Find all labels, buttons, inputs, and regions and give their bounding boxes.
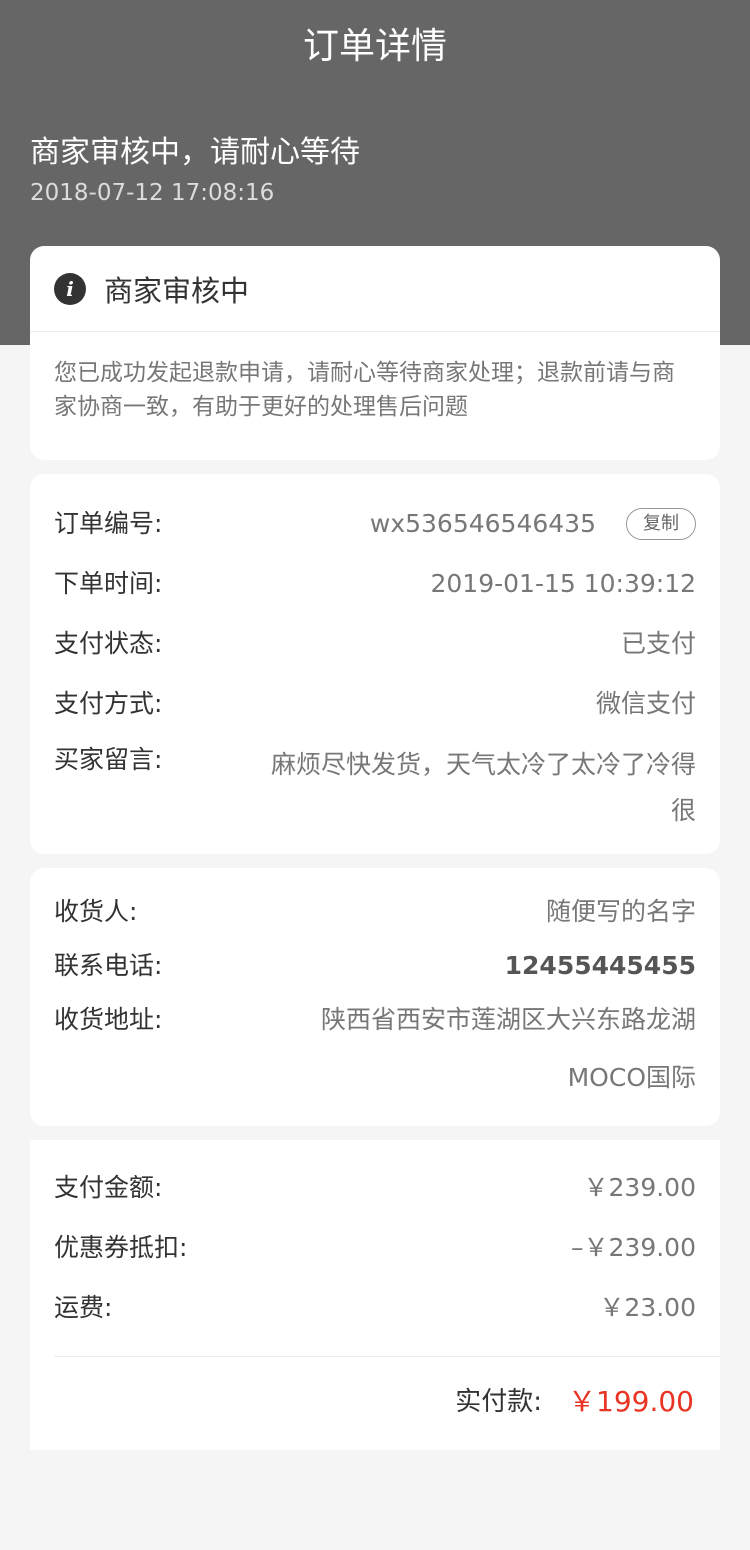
receiver-value: 随便写的名字 [545, 897, 696, 926]
address-label: 收货地址: [54, 1005, 163, 1034]
pay-method-row: 支付方式: 微信支付 [54, 686, 696, 722]
order-time-label: 下单时间: [54, 569, 163, 598]
receiver-row: 收货人: 随便写的名字 [54, 894, 696, 930]
freight-row: 运费: ￥23.00 [54, 1290, 696, 1326]
order-status-time: 2018-07-12 17:08:16 [30, 180, 275, 206]
coupon-row: 优惠券抵扣: –￥239.00 [54, 1230, 696, 1266]
phone-row: 联系电话: 12455445455 [54, 948, 696, 984]
pay-amount-value: ￥239.00 [583, 1173, 696, 1202]
pay-status-label: 支付状态: [54, 629, 163, 658]
buyer-message-label: 买家留言: [54, 745, 163, 774]
pay-amount-row: 支付金额: ￥239.00 [54, 1170, 696, 1206]
order-time-value: 2019-01-15 10:39:12 [430, 569, 696, 598]
address-row: 收货地址: 陕西省西安市莲湖区大兴东路龙湖MOCO国际 [54, 1002, 696, 1107]
notice-header: i 商家审核中 [30, 246, 720, 332]
pay-method-value: 微信支付 [595, 689, 696, 718]
refund-notice-card: i 商家审核中 您已成功发起退款申请，请耐心等待商家处理；退款前请与商家协商一致… [30, 246, 720, 460]
total-label: 实付款: [455, 1387, 543, 1417]
coupon-label: 优惠券抵扣: [54, 1233, 188, 1262]
notice-body: 您已成功发起退款申请，请耐心等待商家处理；退款前请与商家协商一致，有助于更好的处… [54, 360, 675, 420]
pay-status-row: 支付状态: 已支付 [54, 626, 696, 662]
address-card: 收货人: 随便写的名字 联系电话: 12455445455 收货地址: 陕西省西… [30, 868, 720, 1126]
order-info-card: 订单编号: wx536546546435 复制 下单时间: 2019-01-15… [30, 474, 720, 854]
total-row: 实付款: ￥199.00 [455, 1384, 694, 1420]
order-number-group: wx536546546435 复制 [370, 506, 696, 542]
coupon-value: –￥239.00 [571, 1233, 696, 1262]
notice-title: 商家审核中 [104, 273, 250, 308]
order-number-value: wx536546546435 [369, 509, 596, 538]
amount-divider [54, 1356, 720, 1357]
copy-button[interactable]: 复制 [626, 508, 696, 540]
total-value: ￥199.00 [568, 1385, 694, 1418]
amount-card: 支付金额: ￥239.00 优惠券抵扣: –￥239.00 运费: ￥23.00… [30, 1140, 720, 1450]
order-number-row: 订单编号: wx536546546435 复制 [54, 506, 696, 542]
order-number-label: 订单编号: [54, 509, 163, 538]
freight-label: 运费: [54, 1293, 113, 1322]
pay-amount-label: 支付金额: [54, 1173, 163, 1202]
info-icon: i [54, 272, 86, 305]
receiver-label: 收货人: [54, 897, 138, 926]
phone-label: 联系电话: [54, 951, 163, 980]
address-value: 陕西省西安市莲湖区大兴东路龙湖MOCO国际 [320, 1005, 696, 1092]
phone-value: 12455445455 [504, 951, 696, 980]
order-detail-page: 订单详情 商家审核中，请耐心等待 2018-07-12 17:08:16 i 商… [0, 0, 750, 1550]
pay-method-label: 支付方式: [54, 689, 163, 718]
order-time-row: 下单时间: 2019-01-15 10:39:12 [54, 566, 696, 602]
pay-status-value: 已支付 [620, 629, 696, 658]
buyer-message-value: 麻烦尽快发货，天气太冷了太冷了冷得很 [270, 750, 696, 825]
page-title: 订单详情 [302, 26, 447, 67]
order-status-text: 商家审核中，请耐心等待 [30, 135, 360, 170]
freight-value: ￥23.00 [599, 1293, 696, 1322]
buyer-message-row: 买家留言: 麻烦尽快发货，天气太冷了太冷了冷得很 [54, 742, 696, 834]
